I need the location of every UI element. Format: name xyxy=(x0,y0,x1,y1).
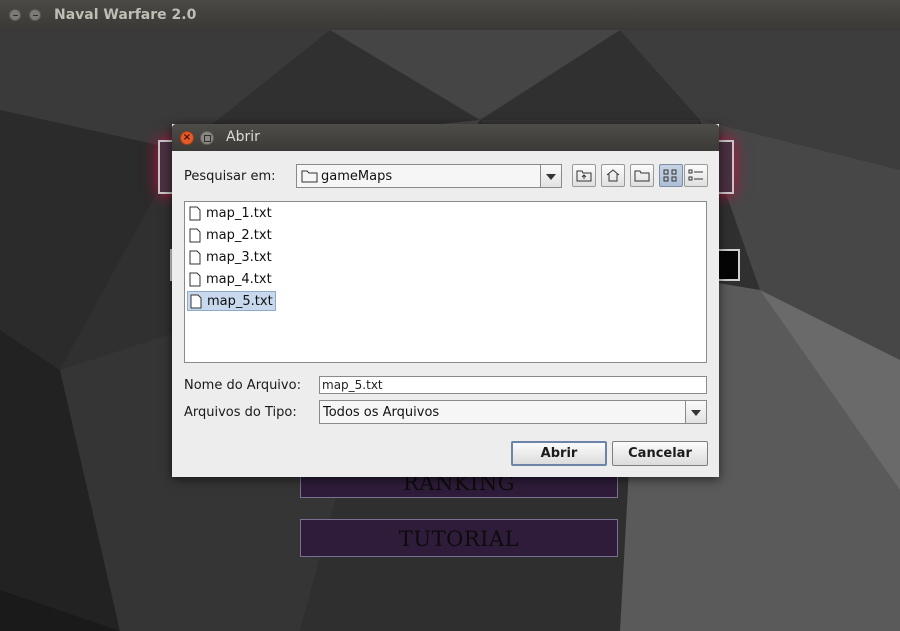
file-item-selected[interactable]: map_5.txt xyxy=(187,291,276,311)
new-folder-icon xyxy=(634,170,650,182)
file-icon xyxy=(189,228,201,243)
cancel-button[interactable]: Cancelar xyxy=(612,441,708,466)
look-in-combo[interactable]: gameMaps xyxy=(296,164,562,188)
file-icon xyxy=(189,206,201,221)
details-view-button[interactable] xyxy=(684,164,708,187)
filename-label: Nome do Arquivo: xyxy=(184,378,301,393)
dialog-titlebar: × Abrir xyxy=(172,124,719,151)
dialog-title: Abrir xyxy=(226,129,260,145)
file-icon xyxy=(189,250,201,265)
window-close-icon[interactable] xyxy=(9,9,21,21)
chevron-down-icon[interactable] xyxy=(685,401,706,423)
file-name: map_4.txt xyxy=(206,272,272,287)
look-in-label: Pesquisar em: xyxy=(184,169,276,184)
window-title: Naval Warfare 2.0 xyxy=(54,7,197,23)
up-folder-button[interactable] xyxy=(572,164,596,187)
new-folder-button[interactable] xyxy=(630,164,654,187)
look-in-value: gameMaps xyxy=(321,169,393,184)
dialog-close-icon[interactable]: × xyxy=(180,131,194,145)
file-item[interactable]: map_4.txt xyxy=(187,270,274,290)
filetype-combo[interactable]: Todos os Arquivos xyxy=(319,400,707,424)
file-name: map_1.txt xyxy=(206,206,272,221)
list-view-icon xyxy=(663,169,677,182)
file-list[interactable]: map_1.txt map_2.txt map_3.txt map_4.txt … xyxy=(184,201,707,363)
file-name: map_2.txt xyxy=(206,228,272,243)
dialog-maximize-icon[interactable] xyxy=(200,131,214,145)
file-item[interactable]: map_1.txt xyxy=(187,204,274,224)
up-folder-icon xyxy=(576,170,592,182)
open-button[interactable]: Abrir xyxy=(511,441,607,466)
folder-icon xyxy=(301,170,318,183)
file-item[interactable]: map_3.txt xyxy=(187,248,274,268)
filetype-label: Arquivos do Tipo: xyxy=(184,405,297,420)
filename-input[interactable]: map_5.txt xyxy=(319,376,707,394)
file-name: map_3.txt xyxy=(206,250,272,265)
file-name: map_5.txt xyxy=(207,294,273,309)
file-icon xyxy=(190,294,202,309)
file-icon xyxy=(189,272,201,287)
filetype-value: Todos os Arquivos xyxy=(323,405,440,420)
chevron-down-icon[interactable] xyxy=(540,165,561,187)
tutorial-button[interactable]: TUTORIAL xyxy=(300,519,618,557)
window-minimize-icon[interactable] xyxy=(29,9,41,21)
file-item[interactable]: map_2.txt xyxy=(187,226,274,246)
home-button[interactable] xyxy=(601,164,625,187)
details-view-icon xyxy=(688,169,703,181)
home-icon xyxy=(606,169,620,182)
open-file-dialog: × Abrir Pesquisar em: gameMaps map_1.txt… xyxy=(172,124,719,477)
window-titlebar: Naval Warfare 2.0 xyxy=(0,0,900,30)
list-view-button[interactable] xyxy=(659,164,683,187)
